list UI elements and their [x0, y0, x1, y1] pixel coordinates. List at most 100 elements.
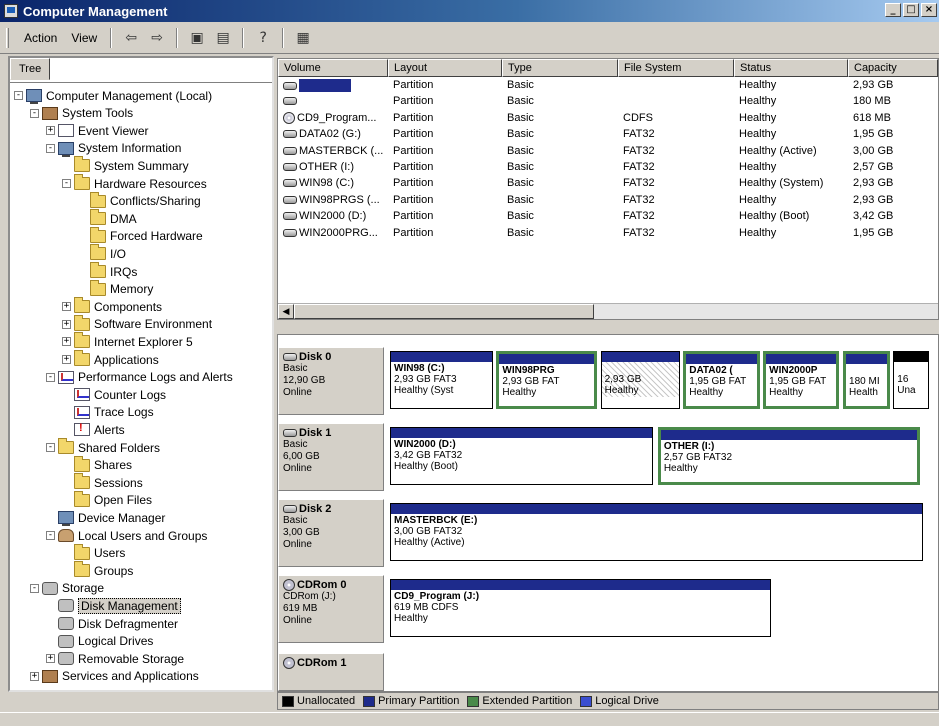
table-row[interactable]: WIN2000 (D:) Partition Basic FAT32 Healthy (…: [278, 209, 938, 225]
partition-block[interactable]: MASTERBCK (E:) 3,00 GB FAT32 Healthy (Acti…: [390, 503, 923, 561]
tree-item-system-information[interactable]: - System Information: [46, 140, 181, 157]
horizontal-scrollbar[interactable]: ◀: [278, 303, 938, 319]
disk-label[interactable]: CDRom 0 CDRom (J:) 619 MB Online: [278, 575, 384, 643]
tree-item-event-viewer[interactable]: + Event Viewer: [46, 122, 148, 139]
back-icon[interactable]: ⇦: [120, 28, 142, 48]
menu-action[interactable]: Action: [17, 29, 64, 47]
collapse-icon[interactable]: -: [62, 179, 71, 188]
table-row[interactable]: MASTERBCK (... Partition Basic FAT32 Healthy…: [278, 144, 938, 160]
partition-block[interactable]: 2,93 GB Healthy: [600, 351, 680, 409]
tab-tree[interactable]: Tree: [10, 58, 51, 80]
table-row[interactable]: WIN98 (C:) Partition Basic FAT32 Healthy (Sy…: [278, 176, 938, 192]
tree-item-internet-explorer-5[interactable]: + Internet Explorer 5: [62, 332, 193, 350]
toolbar-grip[interactable]: [6, 27, 9, 48]
tree-item-removable-storage[interactable]: + Removable Storage: [46, 650, 184, 667]
expand-icon[interactable]: +: [30, 671, 39, 681]
tree-item-software-environment[interactable]: + Software Environment: [62, 314, 212, 333]
menu-view[interactable]: View: [64, 29, 104, 47]
collapse-icon[interactable]: -: [14, 91, 23, 100]
tree-item-conflicts-sharing[interactable]: Conflicts/Sharing: [78, 191, 201, 210]
expand-icon[interactable]: +: [62, 319, 71, 329]
partition-block[interactable]: WIN2000P 1,95 GB FAT Healthy: [763, 351, 840, 409]
expand-icon[interactable]: +: [46, 654, 55, 664]
column-header-capacity[interactable]: Capacity: [848, 59, 938, 77]
disk-label[interactable]: Disk 1 Basic 6,00 GB Online: [278, 423, 384, 491]
disk-label[interactable]: Disk 2 Basic 3,00 GB Online: [278, 499, 384, 567]
tree-item-logical-drives[interactable]: Logical Drives: [46, 633, 153, 650]
tree-item-computer-management-local[interactable]: - Computer Management (Local): [14, 87, 212, 104]
tree-item-storage[interactable]: - Storage: [30, 580, 104, 597]
column-header-status[interactable]: Status: [734, 59, 848, 77]
column-header-layout[interactable]: Layout: [388, 59, 502, 77]
scroll-thumb[interactable]: [294, 304, 594, 319]
tree-item-services-and-applications[interactable]: + Services and Applications: [30, 668, 199, 685]
partition-block[interactable]: WIN2000 (D:) 3,42 GB FAT32 Healthy (Boot): [390, 427, 653, 485]
tree-item-open-files[interactable]: Open Files: [62, 490, 152, 509]
table-row[interactable]: OTHER (I:) Partition Basic FAT32 Healthy 2,57…: [278, 160, 938, 176]
partition-block[interactable]: 180 MI Health: [843, 351, 890, 409]
tree-item-disk-defragmenter[interactable]: Disk Defragmenter: [46, 615, 178, 632]
partition-block[interactable]: WIN98PRG 2,93 GB FAT Healthy: [496, 351, 597, 409]
close-button[interactable]: ×: [921, 3, 937, 17]
up-folder-icon[interactable]: ▣: [186, 28, 208, 48]
partition-block[interactable]: 16 Una: [893, 351, 930, 409]
partition-block[interactable]: DATA02 (1,95 GB FAT Healthy: [683, 351, 760, 409]
tree-item-local-users-and-groups[interactable]: - Local Users and Groups: [46, 527, 207, 544]
minimize-button[interactable]: _: [885, 3, 901, 17]
expand-icon[interactable]: +: [62, 355, 71, 364]
collapse-icon[interactable]: -: [46, 443, 55, 452]
console-icon[interactable]: ▦: [292, 28, 314, 48]
tree-item-counter-logs[interactable]: Counter Logs: [62, 386, 166, 403]
expand-icon[interactable]: +: [62, 337, 71, 347]
expand-icon[interactable]: +: [62, 302, 71, 312]
tree-item-alerts[interactable]: Alerts: [62, 421, 125, 438]
drive-icon: [283, 212, 297, 221]
table-row[interactable]: CD9_Program... Partition Basic CDFS Healthy 6…: [278, 111, 938, 127]
tree-item-memory[interactable]: Memory: [78, 279, 153, 298]
tree-item-applications[interactable]: + Applications: [62, 350, 159, 368]
tree-item-trace-logs[interactable]: Trace Logs: [62, 404, 154, 421]
tree-item-sessions[interactable]: Sessions: [62, 473, 143, 491]
expand-icon[interactable]: +: [46, 126, 55, 136]
tree-item-hardware-resources[interactable]: - Hardware Resources: [62, 174, 207, 192]
collapse-icon[interactable]: -: [46, 143, 55, 153]
tree-item-shared-folders[interactable]: - Shared Folders: [46, 438, 160, 456]
tree-item-groups[interactable]: Groups: [62, 561, 133, 579]
column-header-type[interactable]: Type: [502, 59, 618, 77]
tree-item-dma[interactable]: DMA: [78, 209, 137, 227]
partition-block[interactable]: OTHER (I:) 2,57 GB FAT32 Healthy: [657, 427, 921, 485]
tree-item-components[interactable]: + Components: [62, 297, 162, 315]
maximize-button[interactable]: □: [903, 3, 919, 17]
collapse-icon[interactable]: -: [30, 108, 39, 118]
tree-item-system-tools[interactable]: - System Tools: [30, 105, 133, 122]
column-header-file-system[interactable]: File System: [618, 59, 734, 77]
disk-label[interactable]: CDRom 1: [278, 653, 384, 691]
tree-item-device-manager[interactable]: Device Manager: [46, 509, 165, 527]
title-bar[interactable]: Computer Management _ □ ×: [0, 0, 939, 22]
tree-item-disk-management[interactable]: Disk Management: [46, 597, 181, 614]
collapse-icon[interactable]: -: [46, 372, 55, 382]
table-row[interactable]: DATA02 (G:) Partition Basic FAT32 Healthy 1,9…: [278, 127, 938, 143]
table-row[interactable]: WIN98PRGS (... Partition Basic FAT32 Healthy…: [278, 193, 938, 209]
table-row[interactable]: Partition Basic Healthy 180 MB: [278, 94, 938, 110]
tree-item-performance-logs-and-alerts[interactable]: - Performance Logs and Alerts: [46, 369, 233, 386]
tree-item-i-o[interactable]: I/O: [78, 244, 126, 262]
partition-block[interactable]: CD9_Program (J:) 619 MB CDFS Healthy: [390, 579, 772, 637]
collapse-icon[interactable]: -: [30, 583, 39, 593]
tree-item-users[interactable]: Users: [62, 543, 125, 562]
partition-block[interactable]: WIN98 (C:) 2,93 GB FAT3 Healthy (Syst: [390, 351, 494, 409]
scroll-left-icon[interactable]: ◀: [278, 304, 294, 319]
collapse-icon[interactable]: -: [46, 531, 55, 540]
column-header-volume[interactable]: Volume: [278, 59, 388, 77]
table-row[interactable]: WIN2000PRG... Partition Basic FAT32 Healthy 1…: [278, 226, 938, 242]
forward-icon[interactable]: ⇨: [146, 28, 168, 48]
tree-item-irqs[interactable]: IRQs: [78, 262, 137, 280]
tree-item-system-summary[interactable]: System Summary: [62, 156, 189, 174]
disk-label[interactable]: Disk 0 Basic 12,90 GB Online: [278, 347, 384, 415]
tree-item-label: System Information: [78, 141, 182, 156]
help-icon[interactable]: ?: [252, 28, 274, 48]
properties-icon[interactable]: ▤: [212, 28, 234, 48]
tree-item-shares[interactable]: Shares: [62, 455, 132, 474]
table-row[interactable]: Partition Basic Healthy 2,93 GB: [278, 78, 938, 94]
tree-item-forced-hardware[interactable]: Forced Hardware: [78, 226, 203, 245]
